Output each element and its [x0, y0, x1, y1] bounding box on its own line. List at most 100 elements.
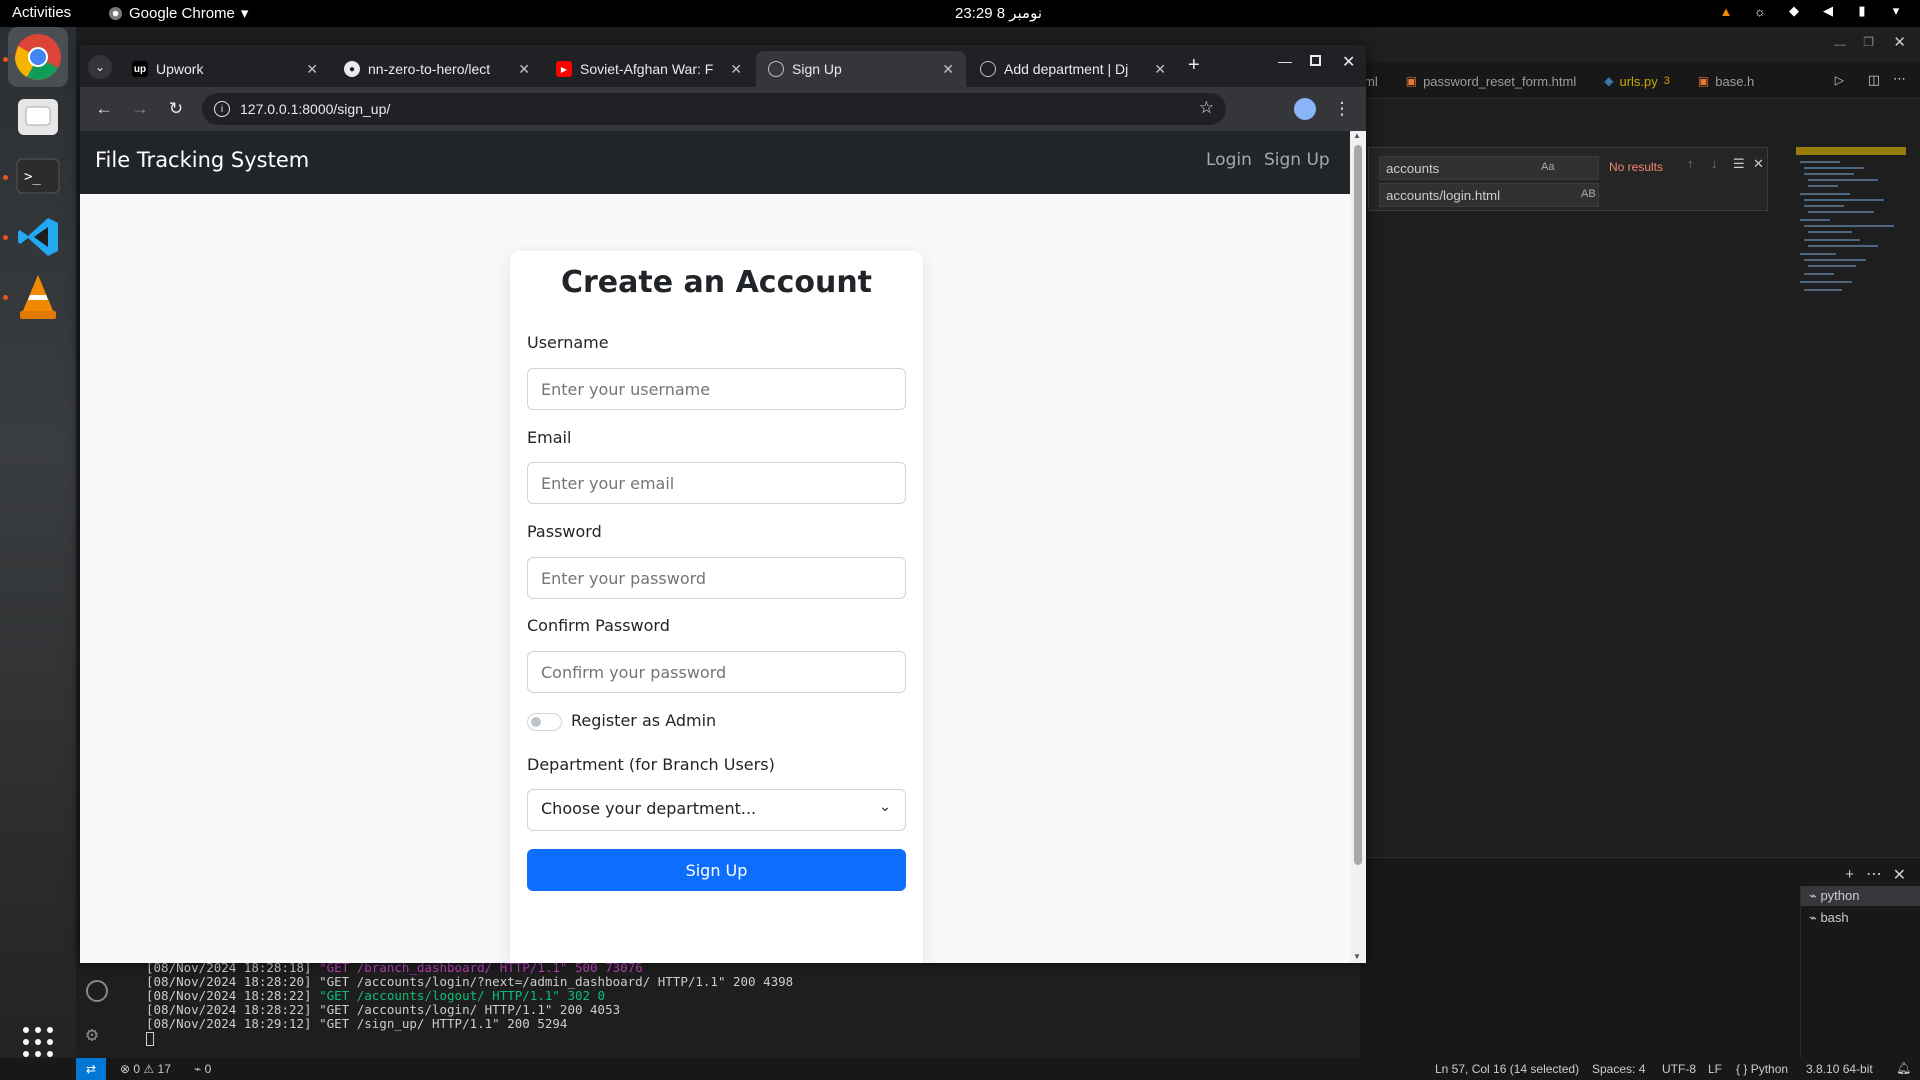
- nav-signup-link[interactable]: Sign Up: [1264, 150, 1330, 170]
- terminal-more-icon[interactable]: ⋯: [1866, 864, 1882, 884]
- minimap[interactable]: [1796, 147, 1906, 307]
- close-find-icon[interactable]: ✕: [1753, 156, 1764, 172]
- close-tab-icon[interactable]: ✕: [942, 61, 954, 78]
- nav-login-link[interactable]: Login: [1206, 150, 1252, 170]
- match-case-toggle[interactable]: Aa: [1541, 161, 1554, 173]
- next-match-icon[interactable]: ↓: [1711, 156, 1718, 171]
- ports-status[interactable]: ⌁ 0: [194, 1062, 211, 1076]
- dock-terminal[interactable]: >_: [8, 147, 68, 207]
- find-in-selection-icon[interactable]: ☰: [1733, 156, 1745, 172]
- vscode-tab[interactable]: ▣ base.h: [1684, 63, 1768, 99]
- remote-indicator[interactable]: ⇄: [76, 1058, 106, 1080]
- close-tab-icon[interactable]: ✕: [306, 61, 318, 78]
- battery-icon[interactable]: ▮: [1854, 3, 1870, 19]
- encoding-status[interactable]: UTF-8: [1662, 1062, 1696, 1076]
- system-tray[interactable]: ▲ ☼ ◆ ◀ ▮ ▾: [1718, 3, 1904, 19]
- window-maximize-icon[interactable]: [1310, 55, 1321, 66]
- language-status[interactable]: { } Python: [1736, 1062, 1788, 1076]
- reload-icon[interactable]: ↻: [164, 97, 188, 121]
- more-actions-icon[interactable]: ⋯: [1893, 71, 1906, 87]
- email-input[interactable]: [527, 462, 906, 504]
- browser-tab[interactable]: ▶ Soviet-Afghan War: F ✕: [544, 51, 754, 87]
- new-terminal-icon[interactable]: +: [1845, 866, 1854, 883]
- interpreter-status[interactable]: 3.8.10 64-bit: [1806, 1062, 1873, 1076]
- activities-button[interactable]: Activities: [12, 4, 71, 21]
- confirm-password-label: Confirm Password: [527, 616, 670, 635]
- dock-files[interactable]: [8, 87, 68, 147]
- site-navbar: File Tracking System Login Sign Up: [80, 131, 1350, 194]
- notifications-icon[interactable]: 🔔︎: [1896, 1061, 1911, 1075]
- python-file-icon: ◆: [1604, 74, 1614, 88]
- dock-chrome[interactable]: [8, 27, 68, 87]
- app-menu[interactable]: Google Chrome ▾: [108, 4, 248, 22]
- forward-icon[interactable]: →: [128, 97, 152, 121]
- dock-vlc[interactable]: [8, 267, 68, 327]
- close-tab-icon[interactable]: ✕: [1154, 61, 1166, 78]
- username-label: Username: [527, 333, 609, 352]
- terminal-line: [08/Nov/2024 18:28:20] "GET /accounts/lo…: [146, 974, 794, 989]
- brightness-icon[interactable]: ☼: [1752, 3, 1768, 19]
- eol-status[interactable]: LF: [1708, 1062, 1722, 1076]
- minimize-icon[interactable]: —: [1834, 37, 1846, 51]
- terminal-output[interactable]: ⚙ [08/Nov/2024 18:28:18] "GET /branch_da…: [76, 960, 1360, 1058]
- confirm-password-input[interactable]: [527, 651, 906, 693]
- department-select[interactable]: Choose your department... ⌄: [527, 789, 906, 831]
- username-input[interactable]: [527, 368, 906, 410]
- vlc-icon: [20, 275, 56, 319]
- problems-status[interactable]: ⊗ 0 ⚠ 17: [120, 1062, 171, 1076]
- account-icon[interactable]: [86, 980, 108, 1002]
- bookmark-star-icon[interactable]: ☆: [1199, 98, 1214, 118]
- profile-avatar[interactable]: [1294, 98, 1316, 120]
- close-tab-icon[interactable]: ✕: [518, 61, 530, 78]
- signup-submit-button[interactable]: Sign Up: [527, 849, 906, 891]
- url-text[interactable]: 127.0.0.1:8000/sign_up/: [240, 101, 390, 117]
- terminal-list-item[interactable]: ⌁ python: [1801, 886, 1920, 906]
- form-title: Create an Account: [560, 265, 873, 300]
- new-tab-button[interactable]: +: [1188, 54, 1200, 77]
- indentation-status[interactable]: Spaces: 4: [1592, 1062, 1645, 1076]
- browser-tab-active[interactable]: Sign Up ✕: [756, 51, 966, 87]
- terminal-list-item[interactable]: ⌁ bash: [1801, 908, 1920, 928]
- window-minimize-icon[interactable]: —: [1278, 53, 1292, 69]
- browser-tab[interactable]: ● nn-zero-to-hero/lect ✕: [332, 51, 542, 87]
- vlc-tray-icon[interactable]: ▲: [1718, 3, 1734, 19]
- replace-input[interactable]: [1379, 183, 1599, 207]
- find-input[interactable]: [1379, 156, 1599, 180]
- dock-vscode[interactable]: [8, 207, 68, 267]
- html-file-icon: ▣: [1405, 74, 1418, 88]
- close-panel-icon[interactable]: ✕: [1893, 865, 1906, 885]
- clock[interactable]: نومبر 8 23:29: [955, 4, 1042, 22]
- close-tab-icon[interactable]: ✕: [730, 61, 742, 78]
- vscode-tab[interactable]: ◆ urls.py 3: [1590, 63, 1684, 99]
- address-bar[interactable]: i 127.0.0.1:8000/sign_up/ ☆: [202, 93, 1226, 125]
- window-close-icon[interactable]: ✕: [1342, 52, 1355, 72]
- site-info-icon[interactable]: i: [214, 101, 230, 117]
- password-input[interactable]: [527, 557, 906, 599]
- volume-icon[interactable]: ◀: [1820, 3, 1836, 19]
- prev-match-icon[interactable]: ↑: [1687, 156, 1694, 171]
- browser-tab[interactable]: Add department | Dj ✕: [968, 51, 1178, 87]
- scroll-thumb[interactable]: [1354, 145, 1362, 865]
- register-admin-switch[interactable]: [527, 713, 562, 731]
- terminal-list: ⌁ python ⌁ bash: [1800, 886, 1920, 1066]
- page-scrollbar[interactable]: ▲ ▼: [1350, 131, 1366, 963]
- register-admin-label[interactable]: Register as Admin: [571, 711, 716, 730]
- cursor-position[interactable]: Ln 57, Col 16 (14 selected): [1435, 1062, 1579, 1076]
- tab-search-button[interactable]: ⌄: [88, 55, 112, 79]
- manage-gear-icon[interactable]: ⚙: [86, 1022, 98, 1046]
- run-icon[interactable]: ▷: [1835, 73, 1844, 87]
- password-label: Password: [527, 522, 602, 541]
- scroll-up-arrow[interactable]: ▲: [1353, 131, 1361, 140]
- restore-icon[interactable]: ❐: [1863, 35, 1874, 49]
- close-icon[interactable]: ✕: [1893, 33, 1906, 51]
- split-editor-icon[interactable]: ◫: [1868, 72, 1880, 88]
- power-menu-icon[interactable]: ▾: [1888, 3, 1904, 19]
- browser-tab[interactable]: up Upwork ✕: [120, 51, 330, 87]
- wifi-icon[interactable]: ◆: [1786, 3, 1802, 19]
- back-icon[interactable]: ←: [92, 97, 116, 121]
- scroll-down-arrow[interactable]: ▼: [1353, 952, 1361, 961]
- site-brand[interactable]: File Tracking System: [95, 148, 309, 172]
- vscode-tab[interactable]: ▣ password_reset_form.html: [1392, 63, 1591, 99]
- chrome-menu-icon[interactable]: ⋮: [1330, 97, 1354, 121]
- preserve-case-toggle[interactable]: AB: [1581, 188, 1596, 200]
